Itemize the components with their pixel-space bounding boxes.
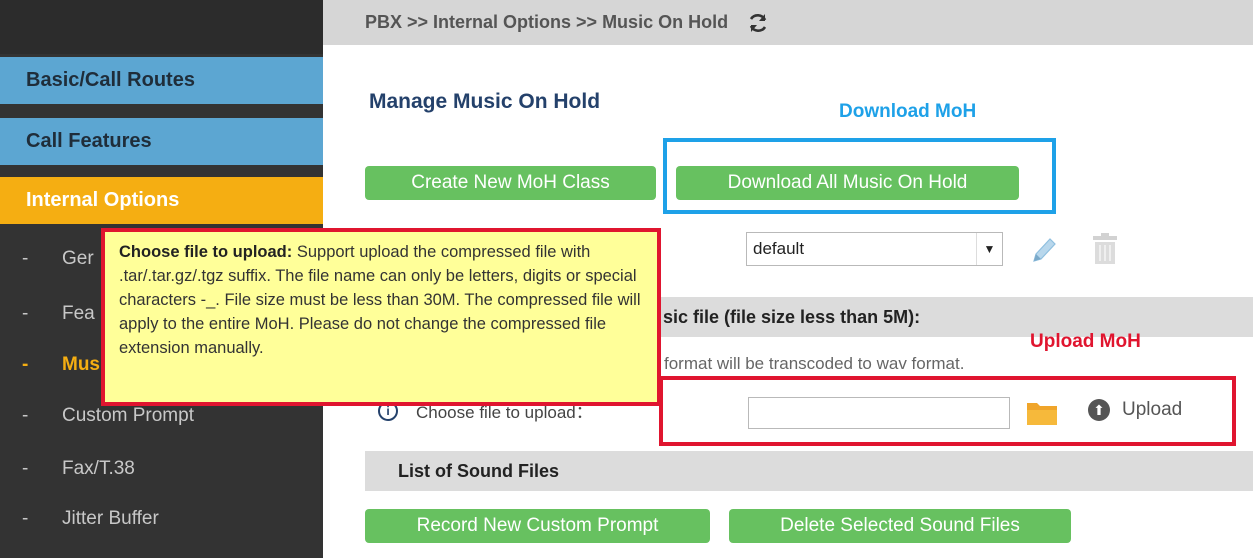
record-custom-prompt-button[interactable]: Record New Custom Prompt: [365, 509, 710, 543]
moh-class-selected-value: default: [753, 239, 805, 258]
sound-files-section-header: List of Sound Files: [365, 451, 1253, 491]
breadcrumb: PBX >> Internal Options >> Music On Hold: [365, 12, 729, 32]
download-moh-annotation-label: Download MoH: [839, 101, 977, 122]
sidebar-item-label: Basic/Call Routes: [26, 69, 195, 91]
sidebar-item-label: Call Features: [26, 130, 152, 152]
create-moh-class-button[interactable]: Create New MoH Class: [365, 166, 656, 200]
upload-moh-annotation-box: [659, 376, 1236, 446]
breadcrumb-bar: PBX >> Internal Options >> Music On Hold: [323, 0, 1253, 45]
upload-section-title: sic file (file size less than 5M):: [663, 306, 921, 327]
sidebar-subitem-label: Fea: [62, 303, 95, 324]
sidebar-subitem-label: Custom Prompt: [62, 405, 194, 426]
download-all-moh-button[interactable]: Download All Music On Hold: [676, 166, 1019, 200]
sidebar-subitem-label: Jitter Buffer: [62, 508, 159, 529]
pencil-icon[interactable]: [1028, 233, 1058, 272]
sidebar-subitem-label: Ger: [62, 248, 94, 269]
upload-moh-annotation-label: Upload MoH: [1030, 331, 1141, 352]
chevron-down-icon[interactable]: ▼: [976, 233, 1002, 265]
sidebar-subitem-jitter-buffer[interactable]: - Jitter Buffer: [0, 499, 323, 539]
sound-files-section-title: List of Sound Files: [398, 460, 559, 481]
upload-section-header: sic file (file size less than 5M):: [600, 297, 1253, 337]
moh-class-select[interactable]: default ▼: [746, 232, 1003, 266]
refresh-icon[interactable]: [746, 11, 770, 35]
sidebar-subitem-label: Fax/T.38: [62, 458, 135, 479]
sidebar-header: [0, 0, 323, 54]
sidebar-item-basic-call-routes[interactable]: Basic/Call Routes: [0, 57, 323, 104]
sidebar-item-call-features[interactable]: Call Features: [0, 118, 323, 165]
delete-selected-sound-files-button[interactable]: Delete Selected Sound Files: [729, 509, 1071, 543]
sidebar-subitem-label: Mus: [62, 354, 100, 375]
page-title: Manage Music On Hold: [369, 90, 601, 113]
sidebar-item-label: Internal Options: [26, 189, 180, 211]
trash-icon[interactable]: [1092, 232, 1118, 271]
format-note: format will be transcoded to wav format.: [664, 354, 965, 373]
sidebar-item-internal-options[interactable]: Internal Options: [0, 177, 323, 224]
tooltip-title: Choose file to upload:: [119, 243, 293, 261]
sidebar-subitem-fax[interactable]: - Fax/T.38: [0, 449, 323, 489]
upload-help-tooltip: Choose file to upload: Support upload th…: [101, 228, 661, 406]
